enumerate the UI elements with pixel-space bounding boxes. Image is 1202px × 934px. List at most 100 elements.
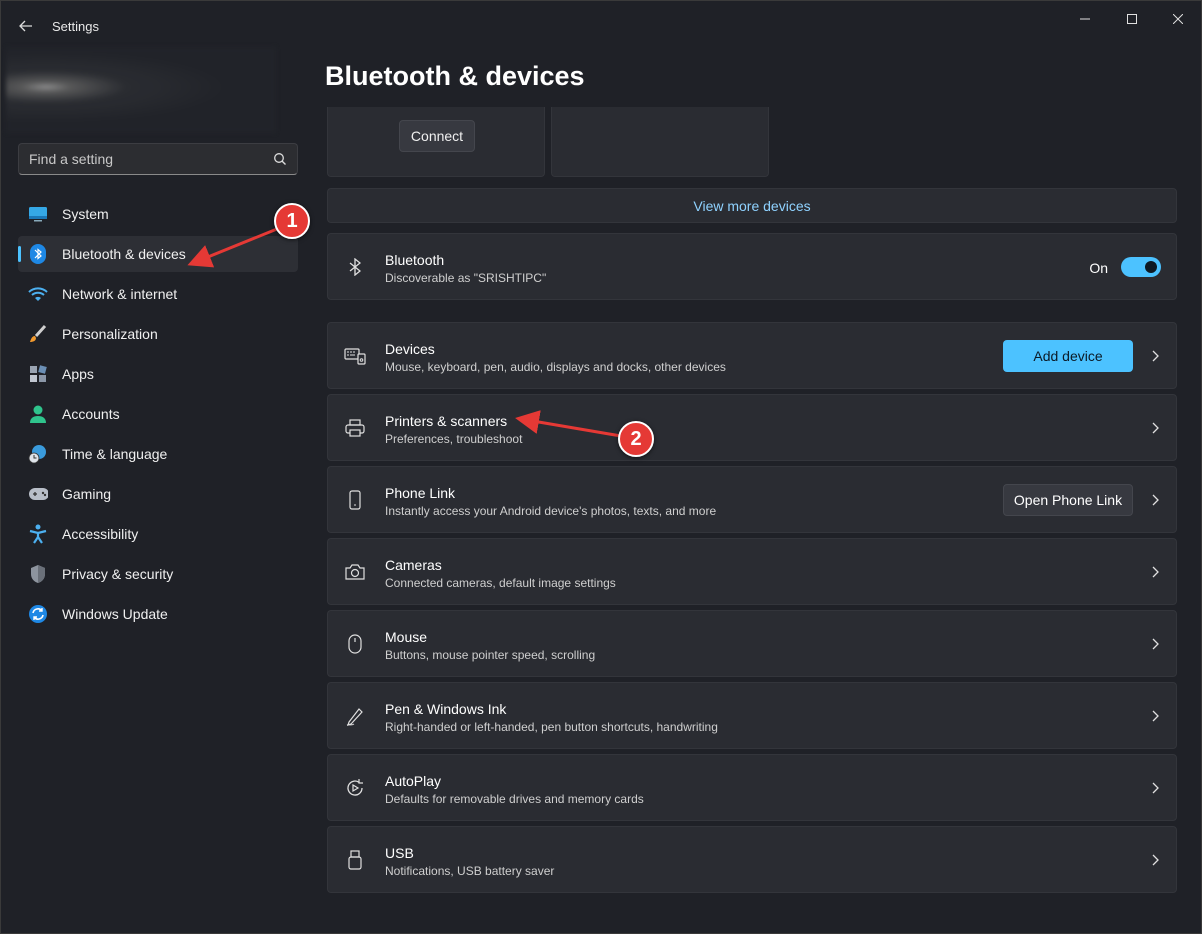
- pen-icon: [344, 705, 366, 727]
- device-tile: Connect: [327, 107, 545, 177]
- sidebar-item-apps[interactable]: Apps: [18, 356, 298, 392]
- person-icon: [28, 404, 48, 424]
- close-icon: [1173, 14, 1183, 24]
- open-phone-link-button[interactable]: Open Phone Link: [1003, 484, 1133, 516]
- brush-icon: [28, 324, 48, 344]
- card-title: Mouse: [385, 629, 428, 645]
- back-arrow-icon: [19, 20, 32, 32]
- connect-button[interactable]: Connect: [399, 120, 475, 152]
- sidebar-item-label: Personalization: [62, 326, 158, 342]
- sidebar-item-windows-update[interactable]: Windows Update: [18, 596, 298, 632]
- sidebar-item-time-language[interactable]: Time & language: [18, 436, 298, 472]
- sidebar-item-label: Windows Update: [62, 606, 168, 622]
- card-title: Cameras: [385, 557, 442, 573]
- search-icon[interactable]: [273, 152, 287, 171]
- card-title: USB: [385, 845, 414, 861]
- sidebar-item-label: Bluetooth & devices: [62, 246, 186, 262]
- chevron-right-icon: [1150, 637, 1162, 651]
- card-subtitle: Preferences, troubleshoot: [385, 432, 523, 446]
- close-button[interactable]: [1158, 7, 1198, 31]
- search-box[interactable]: [18, 143, 298, 175]
- page-title: Bluetooth & devices: [325, 61, 585, 91]
- card-subtitle: Discoverable as "SRISHTIPC": [385, 271, 547, 285]
- sidebar-item-accounts[interactable]: Accounts: [18, 396, 298, 432]
- card-autoplay[interactable]: AutoPlay Defaults for removable drives a…: [327, 754, 1177, 821]
- card-title: Bluetooth: [385, 252, 445, 268]
- chevron-right-icon: [1150, 709, 1162, 723]
- card-title: AutoPlay: [385, 773, 442, 789]
- maximize-icon: [1127, 14, 1137, 24]
- view-more-devices-link[interactable]: View more devices: [327, 188, 1177, 223]
- mouse-icon: [344, 633, 366, 655]
- card-title: Phone Link: [385, 485, 456, 501]
- sidebar-item-label: Gaming: [62, 486, 112, 502]
- toggle-state-label: On: [1089, 260, 1108, 276]
- sidebar-item-personalization[interactable]: Personalization: [18, 316, 298, 352]
- maximize-button[interactable]: [1112, 7, 1152, 31]
- globe-clock-icon: [28, 444, 48, 464]
- settings-window: Settings System Bluetooth & devic: [0, 0, 1202, 934]
- search-input[interactable]: [19, 144, 269, 174]
- chevron-right-icon: [1150, 493, 1162, 507]
- update-icon: [28, 604, 48, 624]
- chevron-right-icon: [1150, 349, 1162, 363]
- annotation-badge-1: 1: [274, 203, 310, 239]
- devices-icon: [344, 345, 366, 367]
- printer-icon: [344, 417, 366, 439]
- bluetooth-symbol-icon: [344, 256, 366, 278]
- sidebar-item-label: Accessibility: [62, 526, 139, 542]
- usb-icon: [344, 849, 366, 871]
- card-subtitle: Mouse, keyboard, pen, audio, displays an…: [385, 360, 726, 374]
- card-title: Printers & scanners: [385, 413, 508, 429]
- card-phone-link[interactable]: Phone Link Instantly access your Android…: [327, 466, 1177, 533]
- minimize-icon: [1080, 18, 1090, 20]
- shield-icon: [28, 564, 48, 584]
- card-subtitle: Right-handed or left-handed, pen button …: [385, 720, 718, 734]
- chevron-right-icon: [1150, 421, 1162, 435]
- device-tile: [551, 107, 769, 177]
- card-pen-windows-ink[interactable]: Pen & Windows Ink Right-handed or left-h…: [327, 682, 1177, 749]
- back-button[interactable]: [11, 11, 41, 41]
- card-subtitle: Buttons, mouse pointer speed, scrolling: [385, 648, 596, 662]
- sidebar-item-label: Network & internet: [62, 286, 178, 302]
- sidebar-item-gaming[interactable]: Gaming: [18, 476, 298, 512]
- card-subtitle: Instantly access your Android device's p…: [385, 504, 717, 518]
- phone-icon: [344, 489, 366, 511]
- user-profile-blurred: [6, 47, 276, 133]
- minimize-button[interactable]: [1065, 7, 1105, 31]
- accessibility-icon: [28, 524, 48, 544]
- card-devices[interactable]: Devices Mouse, keyboard, pen, audio, dis…: [327, 322, 1177, 389]
- gamepad-icon: [28, 484, 48, 504]
- bluetooth-card: Bluetooth Discoverable as "SRISHTIPC" On: [327, 233, 1177, 300]
- title-bar: Settings: [1, 1, 1201, 51]
- add-device-button[interactable]: Add device: [1003, 340, 1133, 372]
- card-title: Pen & Windows Ink: [385, 701, 507, 717]
- app-title: Settings: [52, 19, 99, 34]
- sidebar-item-label: Apps: [62, 366, 94, 382]
- annotation-badge-2: 2: [618, 421, 654, 457]
- sidebar-item-label: Accounts: [62, 406, 120, 422]
- card-cameras[interactable]: Cameras Connected cameras, default image…: [327, 538, 1177, 605]
- card-subtitle: Notifications, USB battery saver: [385, 864, 555, 878]
- sidebar-item-accessibility[interactable]: Accessibility: [18, 516, 298, 552]
- toggle-knob: [1145, 261, 1157, 273]
- chevron-right-icon: [1150, 853, 1162, 867]
- apps-icon: [28, 364, 48, 384]
- card-mouse[interactable]: Mouse Buttons, mouse pointer speed, scro…: [327, 610, 1177, 677]
- sidebar-nav: System Bluetooth & devices Network & int…: [18, 196, 298, 636]
- sidebar-item-label: Time & language: [62, 446, 168, 462]
- monitor-icon: [28, 204, 48, 224]
- sidebar-item-label: Privacy & security: [62, 566, 174, 582]
- sidebar-item-bluetooth-devices[interactable]: Bluetooth & devices: [18, 236, 298, 272]
- wifi-icon: [28, 284, 48, 304]
- card-subtitle: Defaults for removable drives and memory…: [385, 792, 644, 806]
- bluetooth-toggle[interactable]: [1121, 257, 1161, 277]
- sidebar-item-privacy-security[interactable]: Privacy & security: [18, 556, 298, 592]
- camera-icon: [344, 561, 366, 583]
- card-printers-scanners[interactable]: Printers & scanners Preferences, trouble…: [327, 394, 1177, 461]
- card-usb[interactable]: USB Notifications, USB battery saver: [327, 826, 1177, 893]
- chevron-right-icon: [1150, 781, 1162, 795]
- sidebar-item-network[interactable]: Network & internet: [18, 276, 298, 312]
- sidebar-item-system[interactable]: System: [18, 196, 298, 232]
- autoplay-icon: [344, 777, 366, 799]
